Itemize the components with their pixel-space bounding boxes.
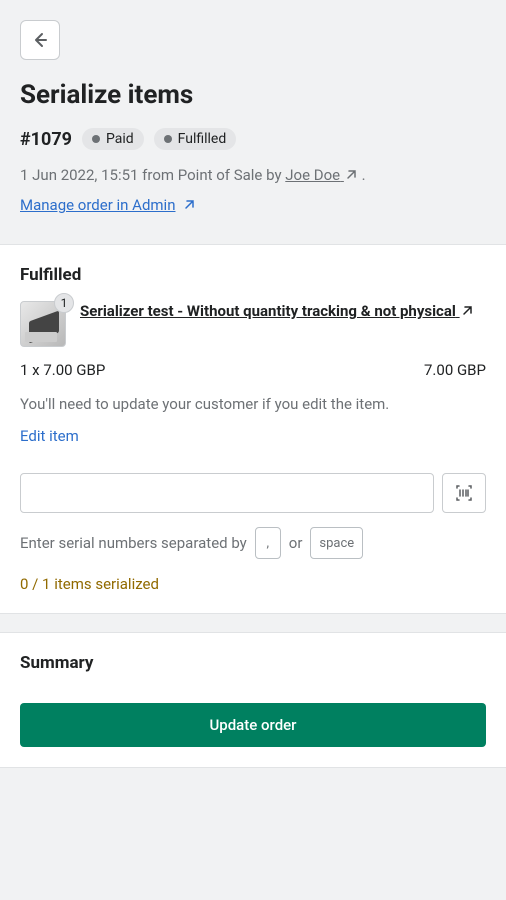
summary-title: Summary bbox=[20, 653, 486, 673]
qty-badge: 1 bbox=[54, 293, 74, 313]
author-link[interactable]: Joe Doe bbox=[285, 166, 358, 184]
external-link-icon bbox=[182, 198, 196, 212]
product-title-link[interactable]: Serializer test - Without quantity track… bbox=[80, 301, 474, 322]
badge-fulfilled-label: Fulfilled bbox=[178, 131, 227, 147]
badge-paid: Paid bbox=[82, 128, 144, 150]
serialized-progress: 0 / 1 items serialized bbox=[20, 575, 486, 593]
hint-or: or bbox=[289, 534, 303, 552]
product-thumbnail: 1 bbox=[20, 301, 66, 347]
update-order-button[interactable]: Update order bbox=[20, 703, 486, 747]
dot-icon bbox=[164, 135, 172, 143]
meta-prefix: 1 Jun 2022, 15:51 from Point of Sale by bbox=[20, 166, 285, 184]
dot-icon bbox=[92, 135, 100, 143]
qty-price: 1 x 7.00 GBP bbox=[20, 361, 105, 379]
external-link-icon bbox=[460, 304, 474, 318]
barcode-icon bbox=[454, 483, 474, 503]
key-space: space bbox=[310, 527, 363, 559]
page-title: Serialize items bbox=[20, 80, 486, 110]
order-id: #1079 bbox=[20, 129, 72, 150]
badge-paid-label: Paid bbox=[106, 131, 134, 147]
meta-suffix: . bbox=[358, 166, 366, 184]
key-comma: , bbox=[255, 527, 281, 559]
fulfilled-section: Fulfilled 1 Serializer test - Without qu… bbox=[0, 244, 506, 614]
barcode-scan-button[interactable] bbox=[442, 473, 486, 513]
summary-section: Summary Update order bbox=[0, 632, 506, 768]
back-button[interactable] bbox=[20, 20, 60, 60]
badge-fulfilled: Fulfilled bbox=[154, 128, 237, 150]
manage-admin-link[interactable]: Manage order in Admin bbox=[20, 196, 196, 214]
hint-prefix: Enter serial numbers separated by bbox=[20, 534, 247, 552]
section-title: Fulfilled bbox=[20, 265, 486, 285]
edit-note: You'll need to update your customer if y… bbox=[20, 395, 486, 413]
order-meta: 1 Jun 2022, 15:51 from Point of Sale by … bbox=[20, 166, 486, 184]
serial-input[interactable] bbox=[20, 473, 434, 513]
edit-item-link[interactable]: Edit item bbox=[20, 427, 79, 445]
arrow-left-icon bbox=[30, 30, 50, 50]
external-link-icon bbox=[344, 168, 358, 182]
serial-hint: Enter serial numbers separated by , or s… bbox=[20, 527, 486, 559]
line-total: 7.00 GBP bbox=[424, 361, 486, 379]
